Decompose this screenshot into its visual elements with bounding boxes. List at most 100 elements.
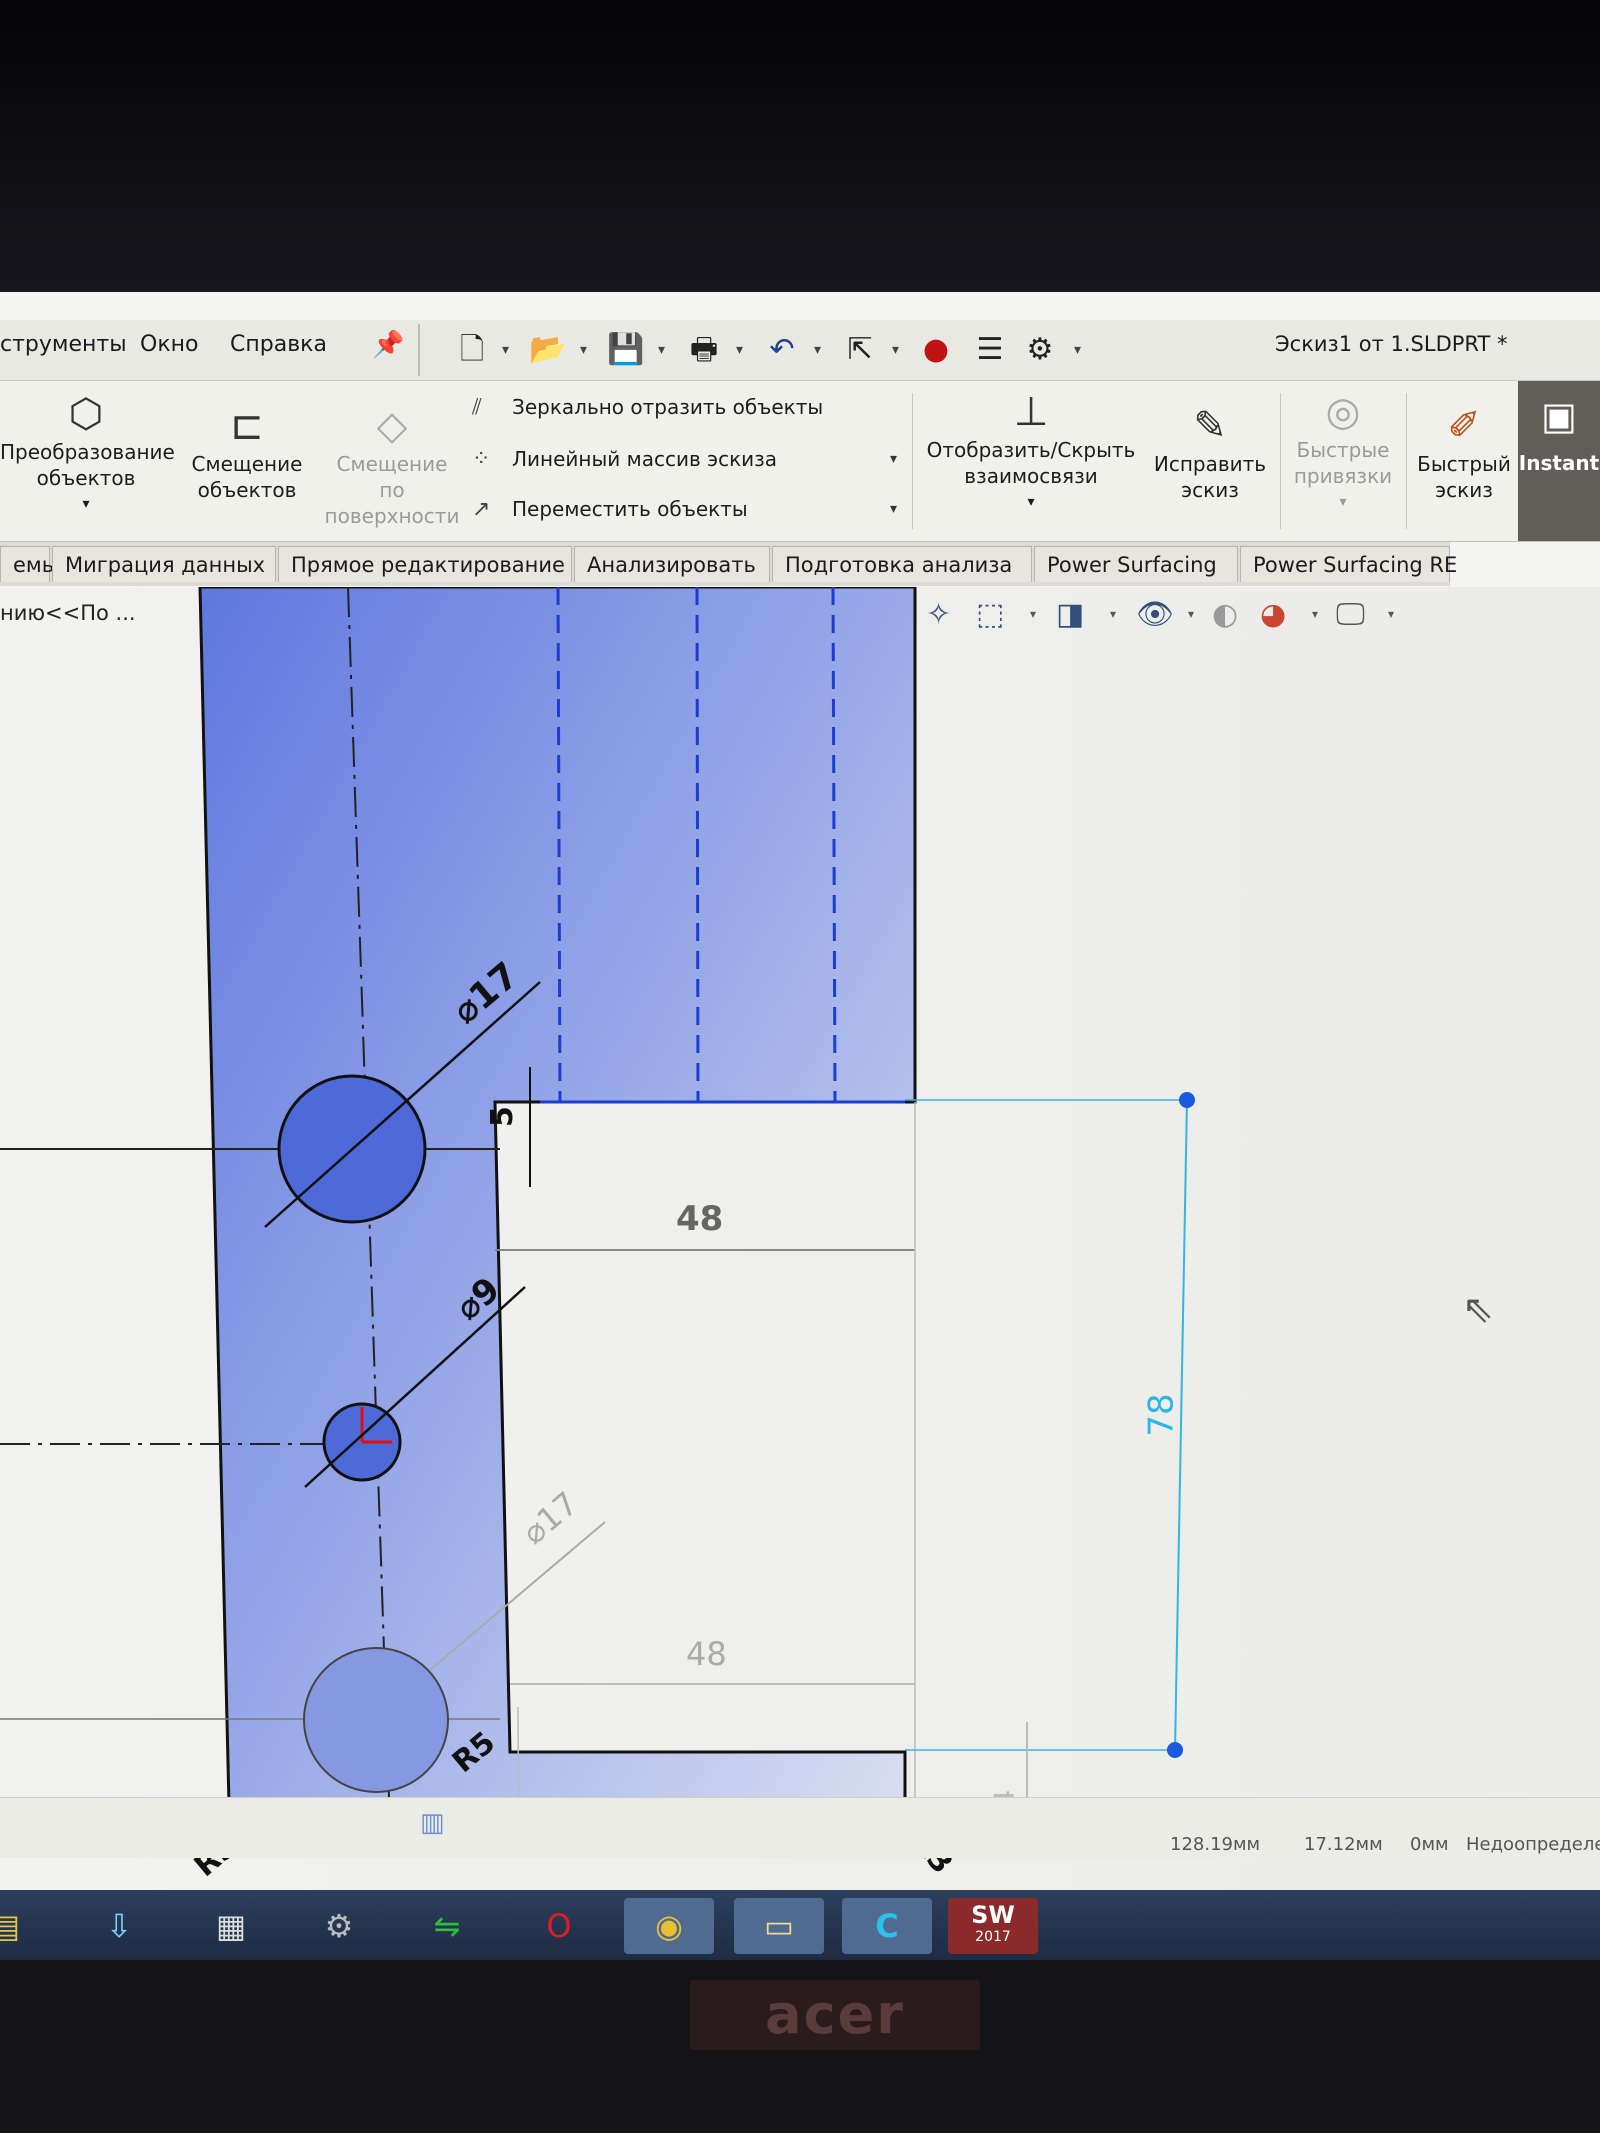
- ccleaner-icon[interactable]: C: [842, 1898, 932, 1954]
- cube-icon: ⬡: [68, 391, 104, 437]
- print-icon[interactable]: 🖶: [684, 330, 724, 370]
- screen: струменты Окно Справка 📌 🗋 ▾ 📂 ▾ 💾 ▾ 🖶 ▾…: [0, 292, 1600, 1960]
- open-folder-icon[interactable]: 📂: [528, 330, 568, 370]
- dimension-78[interactable]: 78: [1142, 1393, 1182, 1436]
- document-title: Эскиз1 от 1.SLDPRT *: [1275, 332, 1508, 356]
- hole-bottom: [303, 1647, 449, 1793]
- tab-simulation-prep[interactable]: Подготовка анализа: [772, 546, 1032, 582]
- ribbon-separator: [912, 393, 913, 529]
- move-entities-button[interactable]: ↗ Переместить объекты: [472, 497, 748, 522]
- chevron-down-icon[interactable]: ▾: [580, 342, 587, 358]
- mirror-entities-button[interactable]: ⫽ Зеркально отразить объекты: [472, 395, 823, 420]
- chevron-down-icon[interactable]: ▾: [1074, 342, 1081, 358]
- undo-icon[interactable]: ↶: [762, 330, 802, 370]
- graphics-area[interactable]: нию<<По ... 🔍 ⌕ ↺ ◧ ✧ ⬚ ▾ ◨ ▾ 👁 ▾ ◐ ◕ ▾ …: [0, 587, 1600, 1960]
- command-manager-ribbon: ⬡ Преобразование объектов ▾ ⊏ Смещение о…: [0, 381, 1600, 542]
- menu-bar: струменты Окно Справка 📌 🗋 ▾ 📂 ▾ 💾 ▾ 🖶 ▾…: [0, 320, 1600, 381]
- usb-icon[interactable]: ⇋: [402, 1898, 492, 1954]
- offset-on-surface-label: Смещение по поверхности: [324, 452, 460, 528]
- rapid-sketch-button[interactable]: ✐ Быстрый эскиз: [1412, 401, 1516, 503]
- transform-entities-label: Преобразование объектов: [0, 440, 175, 490]
- quick-snaps-button[interactable]: ◎ Быстрые привязки ▾: [1288, 387, 1398, 515]
- sketch-svg: [0, 587, 1195, 1797]
- dimension-5[interactable]: 5: [485, 1106, 520, 1127]
- monitor-bezel-top: [0, 0, 1600, 292]
- new-document-icon[interactable]: 🗋: [452, 330, 492, 370]
- linear-pattern-button[interactable]: ⁘ Линейный массив эскиза: [472, 447, 777, 472]
- quick-snaps-label: Быстрые привязки: [1293, 438, 1393, 488]
- offset-surface-icon: ◇: [376, 403, 408, 449]
- offset-entities-label: Смещение объектов: [191, 452, 303, 502]
- chevron-down-icon[interactable]: ▾: [892, 342, 899, 358]
- point-handle[interactable]: [1179, 1092, 1195, 1108]
- gear-icon[interactable]: ⚙: [1020, 330, 1060, 370]
- tab-sketch[interactable]: емы: [0, 546, 58, 582]
- tab-direct-editing[interactable]: Прямое редактирование: [278, 546, 572, 582]
- tab-data-migration[interactable]: Миграция данных: [52, 546, 276, 582]
- transform-entities-button[interactable]: ⬡ Преобразование объектов ▾: [0, 389, 175, 517]
- cpu-app-icon[interactable]: ⚙: [294, 1898, 384, 1954]
- dimension-48-top[interactable]: 48: [676, 1199, 723, 1239]
- offset-on-surface-button[interactable]: ◇ Смещение по поверхности: [322, 401, 462, 529]
- tab-power-surfacing-re[interactable]: Power Surfacing RE: [1240, 546, 1457, 582]
- tab-evaluate[interactable]: Анализировать: [574, 546, 770, 582]
- chevron-down-icon[interactable]: ▾: [502, 342, 509, 358]
- opera-icon[interactable]: O: [514, 1898, 604, 1954]
- solidworks-version: 2017: [975, 1929, 1011, 1945]
- quick-access-toolbar: 🗋 ▾ 📂 ▾ 💾 ▾ 🖶 ▾ ↶ ▾ ⇱ ▾ ● ☰ ⚙ ▾: [418, 324, 1120, 376]
- display-relations-button[interactable]: ⊥ Отобразить/Скрыть взаимосвязи ▾: [920, 387, 1142, 515]
- display-relations-label: Отобразить/Скрыть взаимосвязи: [926, 438, 1136, 488]
- ribbon-separator: [1406, 393, 1407, 529]
- chip-app-icon[interactable]: ▦: [186, 1898, 276, 1954]
- tab-power-surfacing[interactable]: Power Surfacing: [1034, 546, 1238, 582]
- repair-sketch-button[interactable]: ✎ Исправить эскиз: [1148, 401, 1272, 503]
- windows-taskbar: ▤ ⇩ ▦ ⚙ ⇋ O ◉ ▭ C SW 2017: [0, 1890, 1600, 1960]
- rebuild-traffic-light-icon[interactable]: ●: [916, 330, 956, 370]
- move-icon: ↗: [472, 497, 491, 522]
- chevron-down-icon[interactable]: ▾: [0, 491, 172, 517]
- ribbon-separator: [1280, 393, 1281, 529]
- chevron-down-icon[interactable]: ▾: [890, 501, 897, 517]
- relations-eye-icon: ⊥: [1013, 389, 1049, 435]
- chrome-icon[interactable]: ◉: [624, 1898, 714, 1954]
- chevron-down-icon[interactable]: ▾: [814, 342, 821, 358]
- chevron-down-icon[interactable]: ▾: [658, 342, 665, 358]
- instant2d-button[interactable]: ▣ Instant: [1518, 381, 1600, 541]
- file-explorer-icon[interactable]: ▤: [0, 1898, 50, 1954]
- files-folder-icon[interactable]: ▭: [734, 1898, 824, 1954]
- status-x-coordinate: 128.19мм: [1170, 1834, 1261, 1855]
- command-tabs: емы Миграция данных Прямое редактировани…: [0, 542, 1457, 586]
- instant2d-icon: ▣: [1541, 394, 1577, 438]
- file-properties-icon[interactable]: ☰: [970, 330, 1010, 370]
- solidworks-taskbar-button[interactable]: SW 2017: [948, 1898, 1038, 1954]
- status-toolbar-icon[interactable]: ▥: [420, 1808, 445, 1838]
- status-z-coordinate: 0мм: [1410, 1834, 1449, 1855]
- mouse-cursor-icon: ⇖: [1462, 1287, 1494, 1331]
- status-sketch-state: Недоопределе: [1466, 1834, 1600, 1855]
- rapid-sketch-label: Быстрый эскиз: [1417, 452, 1511, 502]
- update-icon[interactable]: ⇩: [74, 1898, 164, 1954]
- offset-icon: ⊏: [230, 403, 264, 449]
- chevron-down-icon[interactable]: ▾: [920, 489, 1142, 515]
- status-y-coordinate: 17.12мм: [1304, 1834, 1383, 1855]
- monitor-bezel-bottom: acer: [0, 1960, 1600, 2133]
- mirror-icon: ⫽: [472, 395, 482, 420]
- menu-help[interactable]: Справка: [230, 332, 327, 357]
- chevron-down-icon[interactable]: ▾: [1288, 489, 1398, 515]
- point-handle[interactable]: [1167, 1742, 1183, 1758]
- select-cursor-icon[interactable]: ⇱: [840, 330, 880, 370]
- snap-icon: ◎: [1325, 389, 1361, 435]
- save-icon[interactable]: 💾: [606, 330, 646, 370]
- pin-icon[interactable]: 📌: [372, 330, 404, 360]
- rapid-sketch-icon: ✐: [1447, 403, 1481, 449]
- monitor-brand-logo: acer: [690, 1980, 980, 2050]
- chevron-down-icon[interactable]: ▾: [736, 342, 743, 358]
- dimension-48-bottom[interactable]: 48: [686, 1635, 727, 1673]
- mirror-entities-label: Зеркально отразить объекты: [512, 395, 824, 419]
- menu-tools[interactable]: струменты: [0, 332, 127, 357]
- linear-pattern-icon: ⁘: [472, 447, 491, 472]
- chevron-down-icon[interactable]: ▾: [890, 451, 897, 467]
- menu-window[interactable]: Окно: [140, 332, 198, 357]
- move-entities-label: Переместить объекты: [512, 497, 748, 521]
- offset-entities-button[interactable]: ⊏ Смещение объектов: [182, 401, 312, 503]
